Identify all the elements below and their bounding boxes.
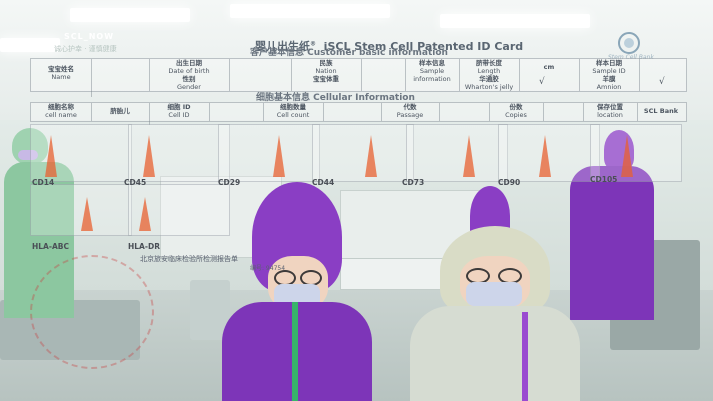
table-cell: 性别 Gender [149, 75, 230, 91]
table-cell: 宝宝体重 [291, 75, 362, 91]
table-cell [439, 103, 490, 121]
histogram-panel [590, 124, 682, 182]
table-cell: 民族 Nation [291, 59, 362, 75]
marker-label: HLA-DR [128, 242, 160, 251]
histogram-panel [312, 124, 414, 182]
histogram-panel [30, 124, 132, 182]
marker-label: CD90 [498, 178, 521, 187]
histogram-panel [218, 124, 320, 182]
table-cell: 华通胶 Wharton's jelly [459, 75, 520, 91]
table-cell: 羊膜 Amnion [579, 75, 640, 91]
histogram-peak [463, 135, 475, 177]
marker-label: CD105 [590, 175, 618, 184]
marker-label: HLA-ABC [32, 242, 69, 251]
table-cell: 保存位置 location [583, 103, 638, 121]
report-number: 编号: 94754 [250, 265, 286, 272]
histogram-peak [45, 135, 57, 177]
table-cell: 脐带长度 Length [459, 59, 520, 75]
check-mark-icon: √ [539, 77, 545, 87]
table-cell: 脐胎儿 [91, 103, 150, 125]
marker-label: CD73 [402, 178, 425, 187]
histogram-peak [139, 197, 151, 231]
histogram-peak [273, 135, 285, 177]
table-cell: 代数 Passage [381, 103, 440, 121]
brand-slogan: 诚心护幸 · 谨慎健康 [54, 45, 117, 53]
marker-label: CD45 [124, 178, 147, 187]
brand-name: SCL_NOW [64, 32, 115, 41]
table-cell [323, 103, 382, 121]
marker-label: CD29 [218, 178, 241, 187]
bank-logo-icon [618, 32, 640, 54]
table-cell: 出生日期 Date of birth [149, 59, 230, 75]
customer-info-table: 宝宝姓名 Name 出生日期 Date of birth 性别 Gender 民族 Na… [30, 58, 687, 97]
table-cell [209, 103, 264, 121]
table-cell: SCL Bank [643, 107, 679, 115]
histogram-panel [128, 184, 230, 236]
check-mark-icon: √ [659, 77, 665, 87]
histogram-peak [365, 135, 377, 177]
table-cell: 样本信息 Sample [405, 59, 460, 75]
histogram-panel [128, 124, 230, 182]
table-cell: 细胞名称 cell name [31, 103, 92, 121]
certificate-overlay: SCL_NOW 诚心护幸 · 谨慎健康 Stem Cell Bank 婴儿出生纸… [20, 16, 693, 401]
customer-info-header: 客户基本信息 Customer basic information [250, 48, 448, 58]
cell-info-table: 细胞名称 cell name 脐胎儿 细胞 ID Cell ID 细胞数量 Cell … [30, 102, 687, 125]
histogram-panel [30, 184, 132, 236]
table-cell: 细胞 ID Cell ID [149, 103, 210, 121]
table-cell [91, 59, 150, 91]
table-cell: 样本日期 Sample ID [579, 59, 640, 75]
table-cell [229, 59, 292, 91]
table-cell: 份数 Copies [489, 103, 544, 121]
table-cell [543, 103, 584, 121]
histogram-panel [498, 124, 600, 182]
table-cell: 细胞数量 Cell count [263, 103, 324, 121]
marker-label: CD14 [32, 178, 55, 187]
table-cell [361, 59, 406, 91]
report-title: 北京旅安临床检验所检测报告单 [140, 255, 238, 263]
table-cell: information [405, 75, 460, 91]
marker-label: CD44 [312, 178, 335, 187]
histogram-peak [539, 135, 551, 177]
table-cell: 宝宝姓名 Name [31, 59, 92, 97]
histogram-peak [143, 135, 155, 177]
histogram-panel [406, 124, 508, 182]
histogram-peak [81, 197, 93, 231]
histogram-peak [621, 135, 633, 177]
table-cell: cm [519, 59, 580, 91]
